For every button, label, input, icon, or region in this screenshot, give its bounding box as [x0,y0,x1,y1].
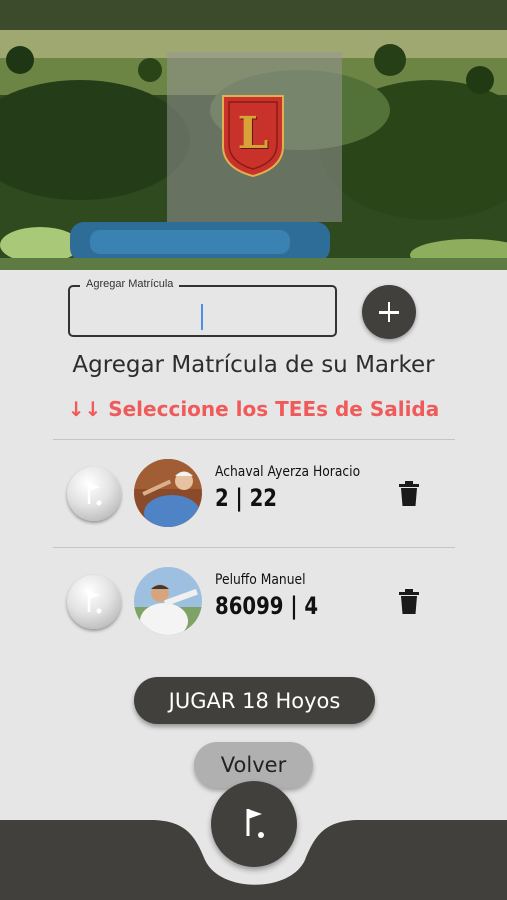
golf-flag-icon [87,483,102,506]
tee-select-button[interactable] [67,467,121,521]
player-row: Peluffo Manuel 86099 | 4 [53,548,455,656]
club-banner: L [0,0,507,270]
trash-icon [399,589,419,614]
page-heading: Agregar Matrícula de su Marker [72,352,435,378]
player-row: Achaval Ayerza Horacio 2 | 22 [53,440,455,548]
player-name: Peluffo Manuel [215,572,306,588]
delete-player-button[interactable] [398,481,420,507]
golf-home-button[interactable] [211,781,297,867]
add-license-button[interactable] [362,285,416,339]
delete-player-button[interactable] [398,589,420,615]
license-field[interactable]: Agregar Matrícula [68,278,337,337]
club-crest-logo: L [221,94,285,178]
golf-flag-icon [87,591,102,614]
player-avatar [134,459,202,527]
player-license-handicap: 86099 | 4 [215,592,319,620]
player-avatar [134,567,202,635]
crest-letter: L [237,108,269,159]
tees-instruction: ↓↓ Seleccione los TEEs de Salida [67,397,440,421]
player-license-handicap: 2 | 22 [215,484,277,512]
club-logo-panel: L [167,52,342,222]
tee-select-button[interactable] [67,575,121,629]
play-18-holes-button[interactable]: JUGAR 18 Hoyos [134,677,375,724]
player-name: Achaval Ayerza Horacio [215,464,361,480]
golf-flag-icon [246,809,264,838]
text-caret [201,304,203,330]
trash-icon [399,481,419,506]
